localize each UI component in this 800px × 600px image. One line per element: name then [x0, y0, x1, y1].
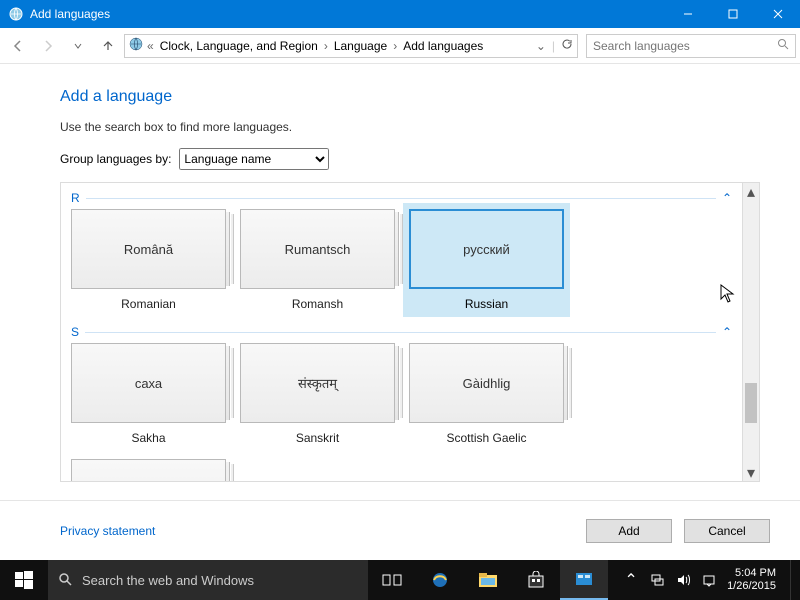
- group-by-label: Group languages by:: [60, 152, 171, 166]
- navbar: « Clock, Language, and Region › Language…: [0, 28, 800, 64]
- scroll-up-icon[interactable]: ▴: [743, 183, 759, 200]
- control-panel-icon: [6, 4, 26, 24]
- forward-button[interactable]: [34, 32, 62, 60]
- breadcrumb-item[interactable]: Language: [332, 39, 389, 53]
- page-hint: Use the search box to find more language…: [60, 120, 760, 134]
- scroll-down-icon[interactable]: ▾: [743, 464, 759, 481]
- group-header[interactable]: R ⌃: [71, 191, 732, 205]
- group-by-select[interactable]: Language name: [179, 148, 329, 170]
- search-input[interactable]: [593, 39, 777, 53]
- breadcrumb-item[interactable]: Clock, Language, and Region: [158, 39, 320, 53]
- scroll-thumb[interactable]: [745, 383, 757, 423]
- notifications-icon[interactable]: [701, 572, 717, 588]
- task-view-button[interactable]: [368, 560, 416, 600]
- start-button[interactable]: [0, 560, 48, 600]
- address-bar[interactable]: « Clock, Language, and Region › Language…: [124, 34, 578, 58]
- search-box[interactable]: [586, 34, 796, 58]
- recent-dropdown[interactable]: [64, 32, 92, 60]
- taskbar-app-store[interactable]: [512, 560, 560, 600]
- language-tile[interactable]: Română Romanian: [71, 209, 226, 311]
- language-tile[interactable]: Gàidhlig Scottish Gaelic: [409, 343, 564, 445]
- taskbar-app-explorer[interactable]: [464, 560, 512, 600]
- collapse-icon[interactable]: ⌃: [722, 191, 732, 205]
- language-tile-selected[interactable]: русский Russian: [409, 209, 564, 311]
- titlebar: Add languages: [0, 0, 800, 28]
- privacy-link[interactable]: Privacy statement: [60, 524, 155, 538]
- page-title: Add a language: [60, 88, 760, 106]
- language-list: R ⌃ Română Romanian Rumantsch Romansh ру…: [60, 182, 760, 482]
- chevron-right-icon: ›: [391, 39, 399, 53]
- minimize-button[interactable]: [665, 0, 710, 28]
- up-button[interactable]: [94, 32, 122, 60]
- language-tile[interactable]: संस्कृतम् Sanskrit: [240, 343, 395, 445]
- taskbar-app-control-panel[interactable]: [560, 560, 608, 600]
- show-desktop-button[interactable]: [790, 560, 796, 600]
- taskbar-search[interactable]: Search the web and Windows: [48, 560, 368, 600]
- search-icon: [58, 572, 72, 589]
- back-button[interactable]: [4, 32, 32, 60]
- footer: Privacy statement Add Cancel: [0, 500, 800, 560]
- collapse-icon[interactable]: ⌃: [722, 325, 732, 339]
- cancel-button[interactable]: Cancel: [684, 519, 770, 543]
- taskbar-clock[interactable]: 5:04 PM 1/26/2015: [727, 567, 780, 593]
- language-tile[interactable]: саха Sakha: [71, 343, 226, 445]
- control-panel-icon: [129, 37, 143, 54]
- search-icon[interactable]: [777, 38, 789, 53]
- address-dropdown[interactable]: ⌄: [536, 39, 546, 53]
- taskbar-app-ie[interactable]: [416, 560, 464, 600]
- content-area: Add a language Use the search box to fin…: [0, 64, 800, 500]
- tray-overflow-icon[interactable]: ⌃: [623, 572, 639, 588]
- scrollbar[interactable]: ▴ ▾: [742, 183, 759, 481]
- language-tile[interactable]: Rumantsch Romansh: [240, 209, 395, 311]
- taskbar-search-placeholder: Search the web and Windows: [82, 573, 254, 588]
- add-button[interactable]: Add: [586, 519, 672, 543]
- language-tile[interactable]: српски Serbian (Cyrillic): [71, 459, 226, 481]
- network-icon[interactable]: [649, 572, 665, 588]
- system-tray: ⌃ 5:04 PM 1/26/2015: [623, 560, 800, 600]
- group-header[interactable]: S ⌃: [71, 325, 732, 339]
- breadcrumb-item[interactable]: Add languages: [401, 39, 485, 53]
- chevron-right-icon: ›: [322, 39, 330, 53]
- refresh-button[interactable]: [561, 38, 573, 53]
- maximize-button[interactable]: [710, 0, 755, 28]
- taskbar: Search the web and Windows ⌃ 5:04 PM 1/2…: [0, 560, 800, 600]
- volume-icon[interactable]: [675, 572, 691, 588]
- close-button[interactable]: [755, 0, 800, 28]
- breadcrumb-overflow[interactable]: «: [145, 39, 156, 53]
- window-title: Add languages: [30, 7, 665, 21]
